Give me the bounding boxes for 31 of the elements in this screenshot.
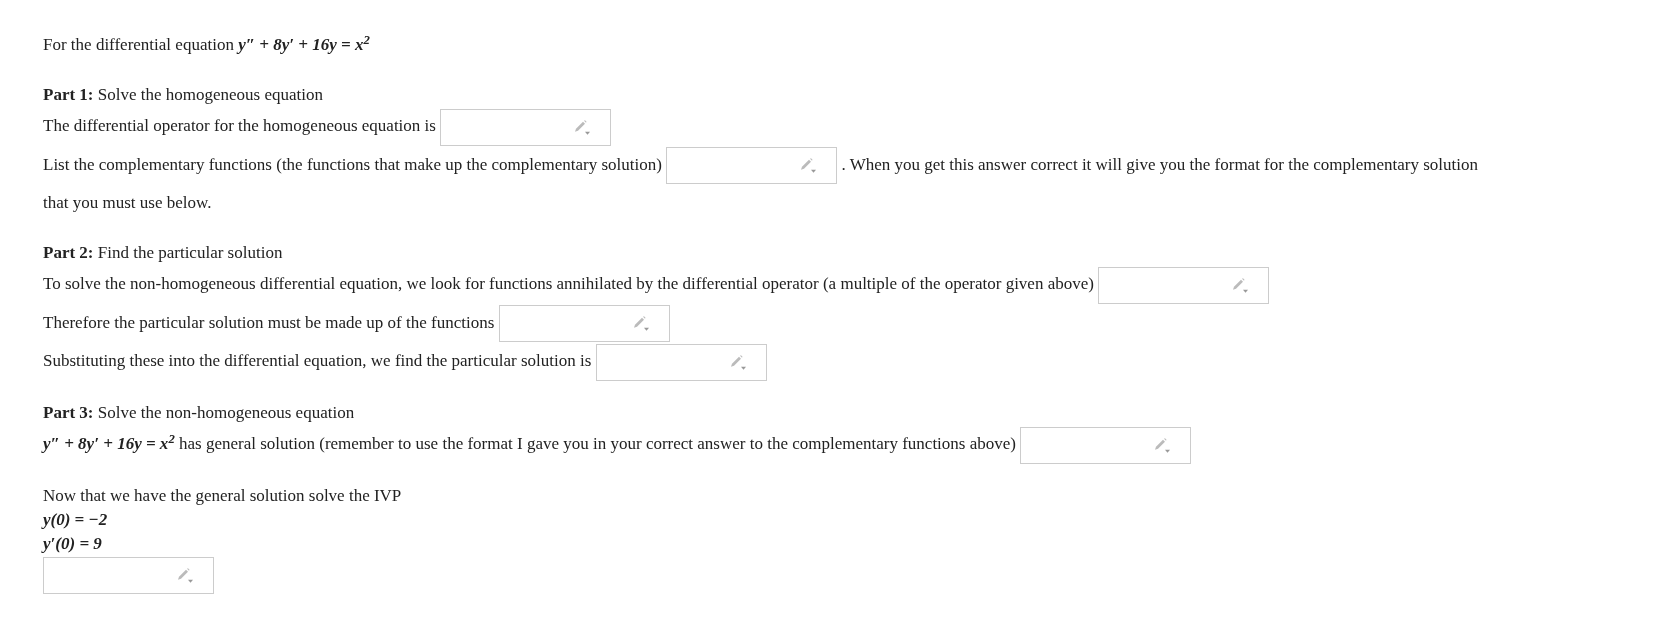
pencil-icon bbox=[633, 316, 649, 332]
question-text: For the differential equation bbox=[43, 35, 234, 54]
math-expression: y(0) = −2 bbox=[43, 509, 108, 529]
question-text: that you must use below. bbox=[43, 193, 212, 213]
question-text: has general solution (remember to use the format I gave you in your correct answer to the complementary functions above) bbox=[179, 433, 1016, 453]
answer-field[interactable] bbox=[1098, 266, 1270, 304]
pencil-icon bbox=[730, 354, 746, 370]
question-text: List the complementary functions (the functions that make up the complementary solution) bbox=[43, 154, 662, 174]
question-text: The differential operator for the homogeneous equation is bbox=[43, 116, 436, 135]
pencil-icon bbox=[575, 119, 591, 135]
pencil-icon bbox=[1155, 437, 1171, 453]
question-text: Substituting these into the differential equation, we find the particular solution is bbox=[43, 351, 592, 371]
math-expression: y′(0) = 9 bbox=[43, 533, 102, 553]
answer-field[interactable] bbox=[595, 343, 767, 381]
question-text: . When you get this answer correct it will give you the format for the complementary solution bbox=[841, 154, 1478, 174]
section-heading: Part 1: Solve the homogeneous equation bbox=[43, 85, 323, 104]
pencil-icon bbox=[1233, 277, 1249, 293]
answer-field[interactable] bbox=[666, 147, 838, 185]
answer-field[interactable] bbox=[498, 305, 670, 343]
section-heading: Part 2: Find the particular solution bbox=[43, 243, 283, 263]
math-expression: y″ + 8y′ + 16y = x$^{2}$ bbox=[43, 433, 175, 453]
question-text: To solve the non-homogeneous differential equation, we look for functions annihilated by the differential operator (a multiple of the operator given above) bbox=[43, 274, 1094, 294]
answer-field[interactable] bbox=[1020, 426, 1192, 464]
section-heading: Now that we have the general solution solve the IVP bbox=[43, 485, 402, 505]
question-text: Therefore the particular solution must be made up of the functions bbox=[43, 312, 495, 332]
math-expression: y″ + 8y′ + 16y = x$^{2}$ bbox=[238, 35, 370, 54]
answer-field[interactable] bbox=[440, 108, 612, 146]
section-heading: Part 3: Solve the non-homogeneous equation bbox=[43, 402, 355, 422]
pencil-icon bbox=[801, 158, 817, 174]
answer-field[interactable] bbox=[43, 557, 214, 595]
pencil-icon bbox=[178, 568, 193, 584]
